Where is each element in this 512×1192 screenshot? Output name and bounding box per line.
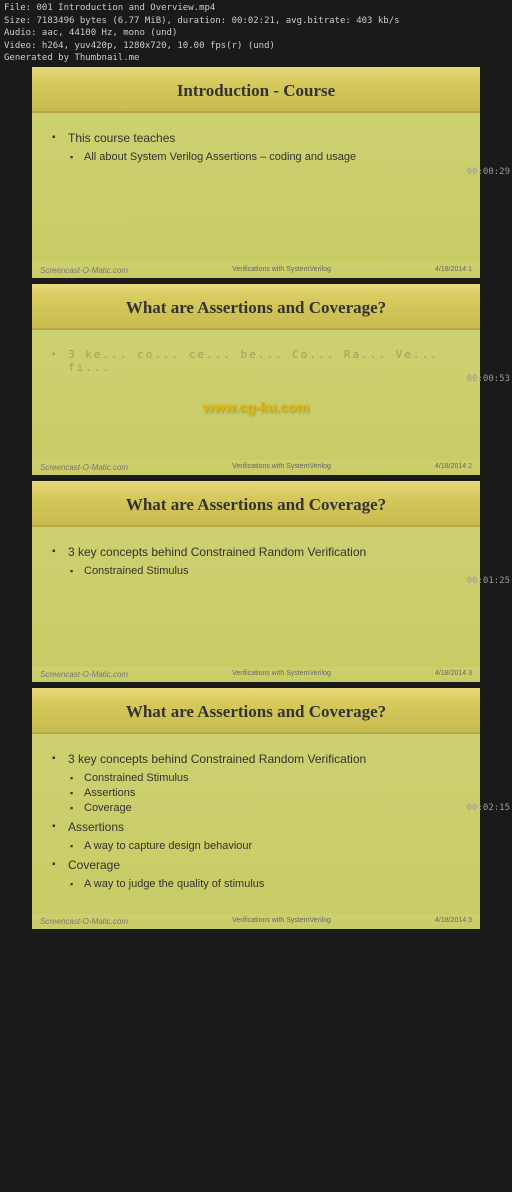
slide4-bullet1: ▪ 3 key concepts behind Constrained Rand… bbox=[52, 752, 460, 766]
meta-filename: File: 001 Introduction and Overview.mp4 bbox=[4, 2, 508, 15]
slide3-sub1: ▪ Constrained Stimulus bbox=[70, 565, 460, 577]
slide2-blurred-bullet: ▪ 3 ke... co... ce... be... Co... Ra... … bbox=[52, 348, 460, 374]
slide3-footer-right: 4/18/2014 3 bbox=[435, 670, 472, 679]
slide2-bullet-icon: ▪ bbox=[52, 349, 64, 360]
slide2-footer: Screencast-O-Matic.com Verifications wit… bbox=[32, 460, 480, 475]
slide4-header: What are Assertions and Coverage? bbox=[32, 688, 480, 734]
slide1-wrapper: Introduction - Course ▪ This course teac… bbox=[0, 67, 512, 278]
slide1: Introduction - Course ▪ This course teac… bbox=[32, 67, 480, 278]
slide4-wrapper: What are Assertions and Coverage? ▪ 3 ke… bbox=[0, 688, 512, 929]
slide2-header: What are Assertions and Coverage? bbox=[32, 284, 480, 330]
slide3-sub-icon1: ▪ bbox=[70, 566, 80, 576]
meta-size: Size: 7183496 bytes (6.77 MiB), duration… bbox=[4, 15, 508, 28]
slide4-footer: Screencast-O-Matic.com Verifications wit… bbox=[32, 914, 480, 929]
slide3-body: ▪ 3 key concepts behind Constrained Rand… bbox=[32, 527, 480, 667]
slide1-body: ▪ This course teaches ▪ All about System… bbox=[32, 113, 480, 263]
slide4-bullet2: ▪ Assertions bbox=[52, 820, 460, 834]
slide2-title: What are Assertions and Coverage? bbox=[42, 298, 470, 318]
slide4-footer-right: 4/18/2014 3 bbox=[435, 917, 472, 926]
slide1-header: Introduction - Course bbox=[32, 67, 480, 113]
slide4-screencast: Screencast-O-Matic.com bbox=[40, 917, 128, 926]
slide2-screencast: Screencast-O-Matic.com bbox=[40, 463, 128, 472]
slide2: What are Assertions and Coverage? ▪ 3 ke… bbox=[32, 284, 480, 475]
slide4-body: ▪ 3 key concepts behind Constrained Rand… bbox=[32, 734, 480, 914]
slide2-body: ▪ 3 ke... co... ce... be... Co... Ra... … bbox=[32, 330, 480, 460]
slide4-title: What are Assertions and Coverage? bbox=[42, 702, 470, 722]
slide1-sub-bullet1: ▪ All about System Verilog Assertions – … bbox=[70, 151, 460, 163]
cg-watermark: www.cg-ku.com bbox=[203, 399, 309, 415]
slide4-footer-left: Verifications with SystemVerilog bbox=[232, 917, 331, 926]
slide1-timestamp: 00:00:29 bbox=[467, 167, 510, 177]
slide3-footer: Screencast-O-Matic.com Verifications wit… bbox=[32, 667, 480, 682]
slide4-sub1a: ▪ Constrained Stimulus bbox=[70, 772, 460, 784]
slide4-bullet-icon1: ▪ bbox=[52, 753, 64, 764]
slide3-wrapper: What are Assertions and Coverage? ▪ 3 ke… bbox=[0, 481, 512, 682]
slide3-timestamp: 00:01:25 bbox=[467, 576, 510, 586]
slide3-header: What are Assertions and Coverage? bbox=[32, 481, 480, 527]
meta-video: Video: h264, yuv420p, 1280x720, 10.00 fp… bbox=[4, 40, 508, 53]
slide3-title: What are Assertions and Coverage? bbox=[42, 495, 470, 515]
slide3-bullet1: ▪ 3 key concepts behind Constrained Rand… bbox=[52, 545, 460, 559]
slide4-sub1c: ▪ Coverage bbox=[70, 802, 460, 814]
slide1-footer: Screencast-O-Matic.com Verifications wit… bbox=[32, 263, 480, 278]
slide2-timestamp: 00:00:53 bbox=[467, 374, 510, 384]
meta-audio: Audio: aac, 44100 Hz, mono (und) bbox=[4, 27, 508, 40]
meta-generated: Generated by Thumbnail.me bbox=[4, 52, 508, 65]
slide4-sub1b: ▪ Assertions bbox=[70, 787, 460, 799]
slide2-footer-left: Verifications with SystemVerilog bbox=[232, 463, 331, 472]
slide3-bullet-icon1: ▪ bbox=[52, 546, 64, 557]
slide2-footer-right: 4/18/2014 2 bbox=[435, 463, 472, 472]
slide1-screencast: Screencast-O-Matic.com bbox=[40, 266, 128, 275]
slide4-sub2a: ▪ A way to capture design behaviour bbox=[70, 840, 460, 852]
slide2-wrapper: What are Assertions and Coverage? ▪ 3 ke… bbox=[0, 284, 512, 475]
slide4-sub-icon3a: ▪ bbox=[70, 879, 80, 889]
slide4: What are Assertions and Coverage? ▪ 3 ke… bbox=[32, 688, 480, 929]
slide4-sub-icon1c: ▪ bbox=[70, 803, 80, 813]
slide2-blurred-text: 3 ke... co... ce... be... Co... Ra... Ve… bbox=[68, 348, 460, 374]
slide3-screencast: Screencast-O-Matic.com bbox=[40, 670, 128, 679]
slide1-title: Introduction - Course bbox=[42, 81, 470, 101]
slide4-sub-icon2a: ▪ bbox=[70, 841, 80, 851]
slide1-footer-left: Verifications with SystemVerilog bbox=[232, 266, 331, 275]
slide1-bullet1: ▪ This course teaches bbox=[52, 131, 460, 145]
slide4-sub3a: ▪ A way to judge the quality of stimulus bbox=[70, 878, 460, 890]
slide3-footer-left: Verifications with SystemVerilog bbox=[232, 670, 331, 679]
slide4-bullet-icon3: ▪ bbox=[52, 859, 64, 870]
bullet-icon1: ▪ bbox=[52, 132, 64, 143]
slide4-sub-icon1b: ▪ bbox=[70, 788, 80, 798]
slide4-sub-icon1a: ▪ bbox=[70, 773, 80, 783]
slide3: What are Assertions and Coverage? ▪ 3 ke… bbox=[32, 481, 480, 682]
sub-bullet-icon1: ▪ bbox=[70, 152, 80, 162]
slide1-footer-right: 4/18/2014 1 bbox=[435, 266, 472, 275]
slide4-bullet3: ▪ Coverage bbox=[52, 858, 460, 872]
slide4-timestamp: 00:02:15 bbox=[467, 803, 510, 813]
meta-bar: File: 001 Introduction and Overview.mp4 … bbox=[0, 0, 512, 67]
slide4-bullet-icon2: ▪ bbox=[52, 821, 64, 832]
